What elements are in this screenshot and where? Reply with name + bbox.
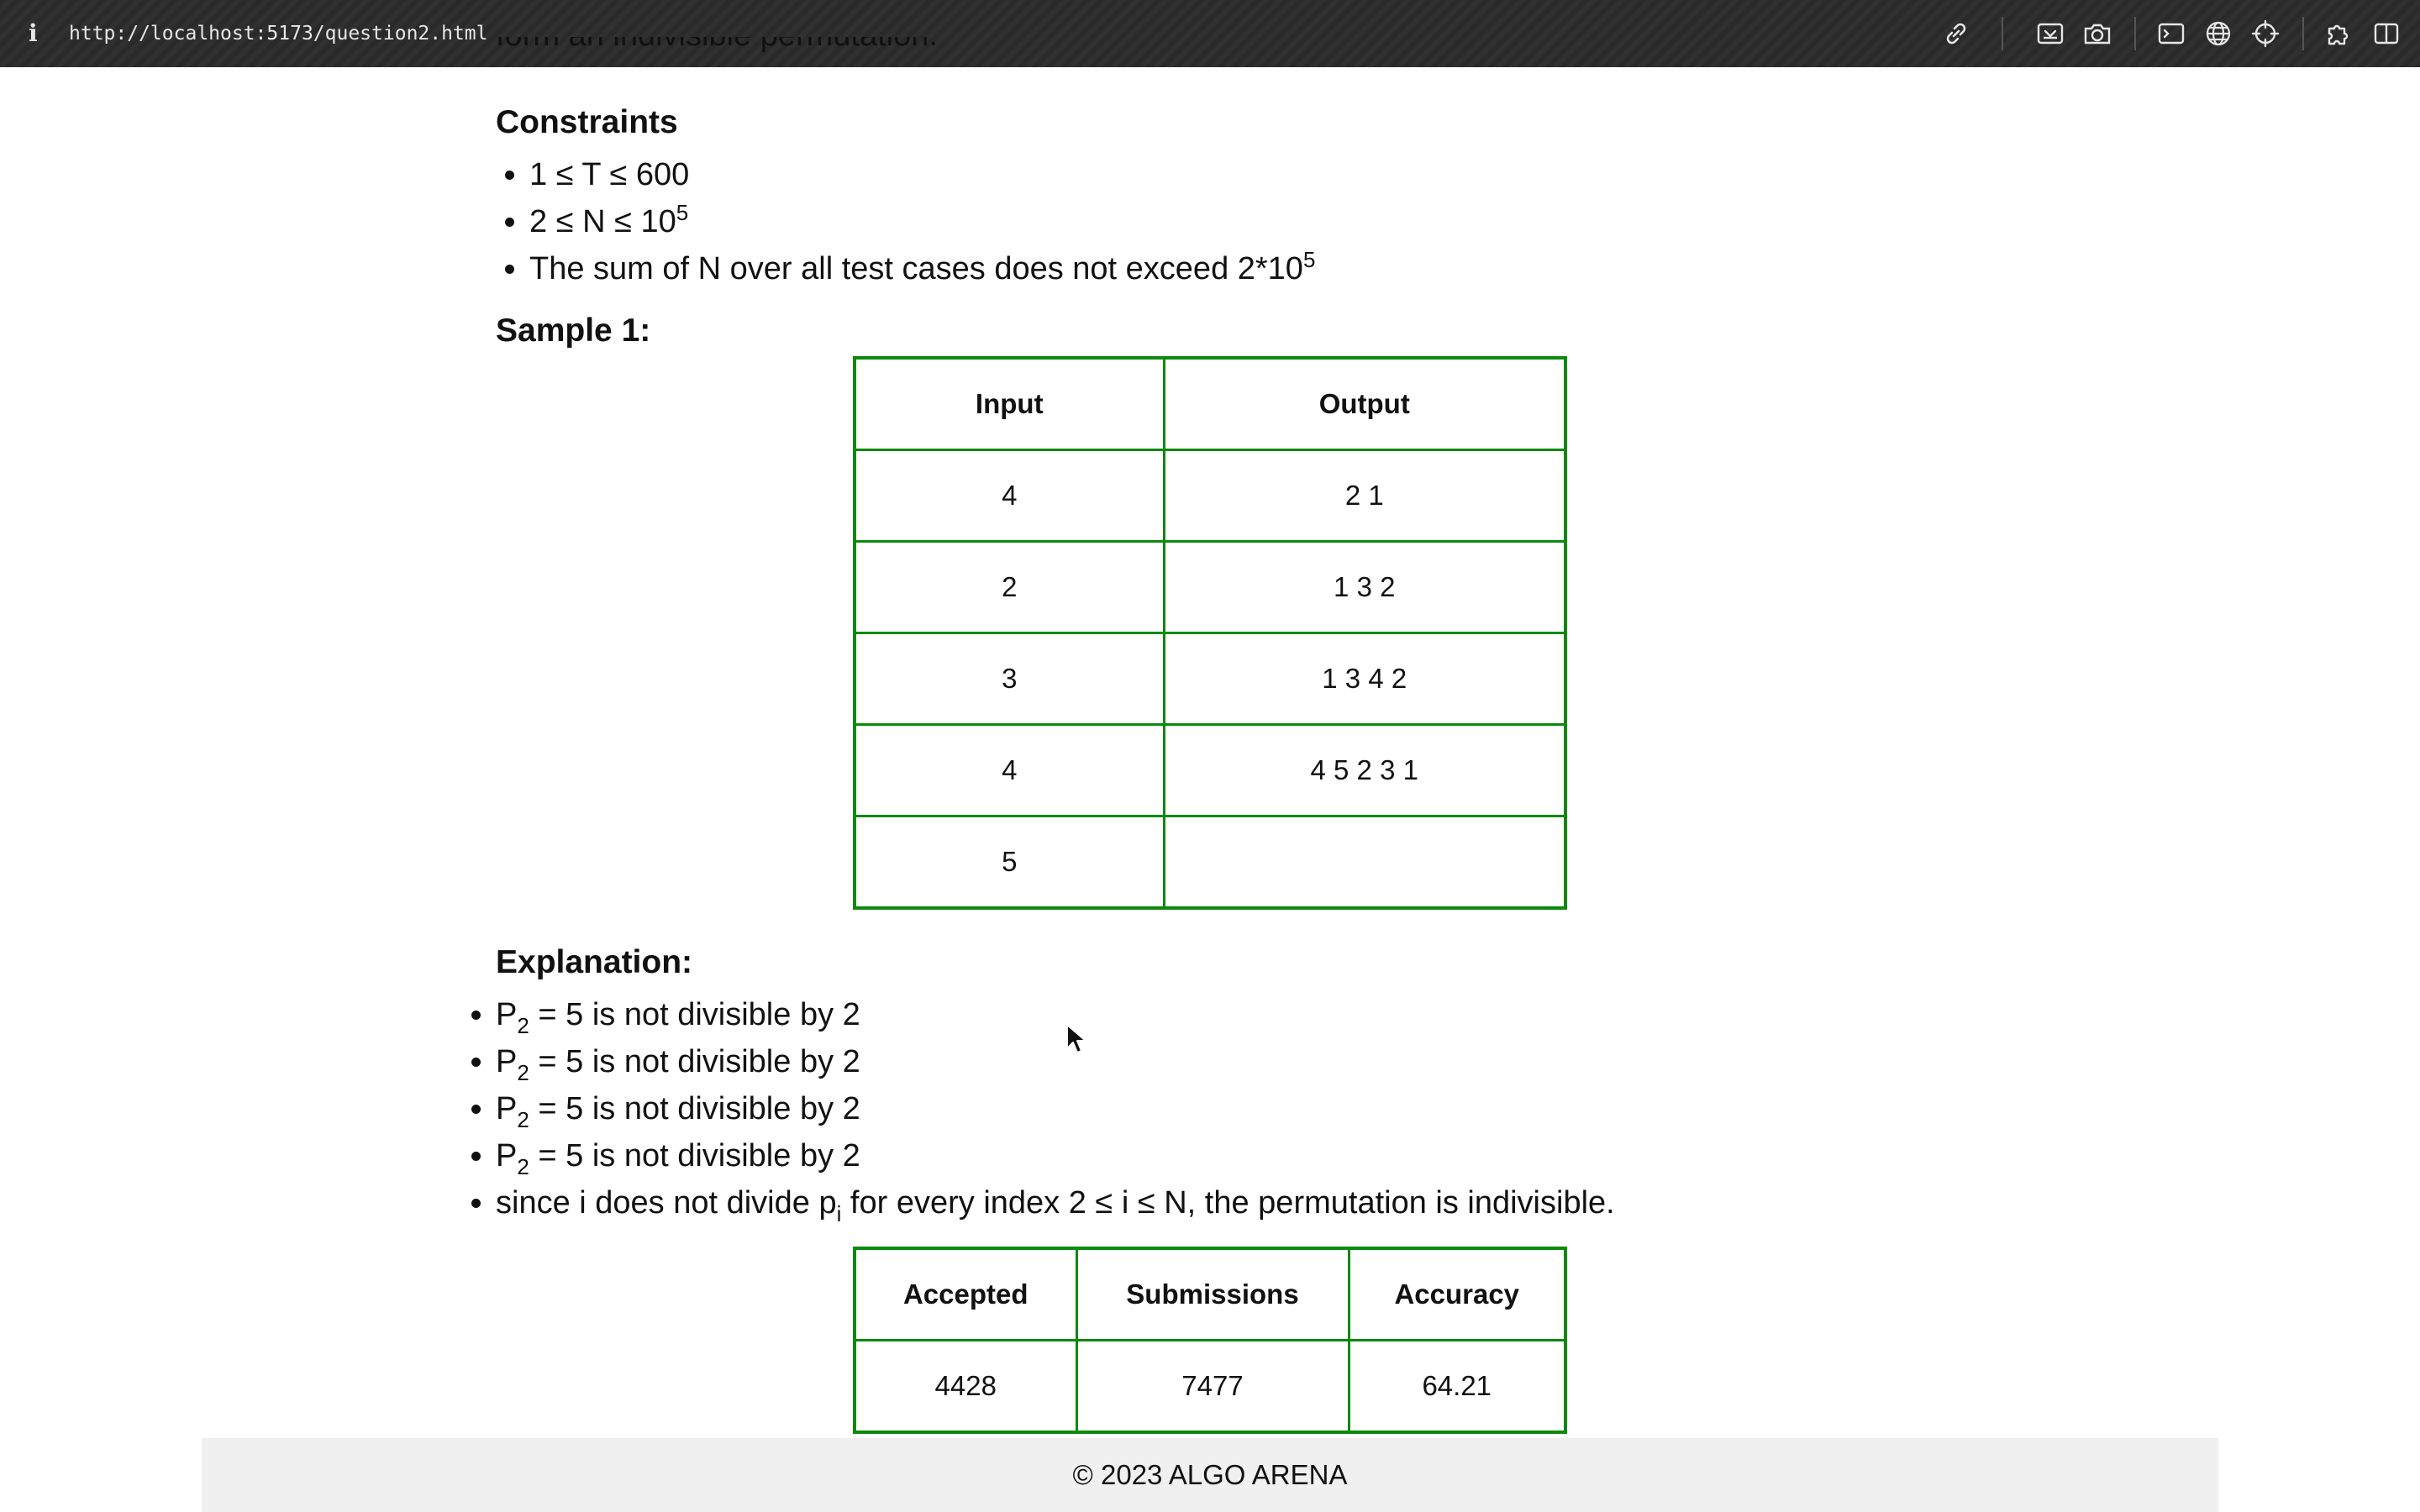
constraints-heading: Constraints — [496, 104, 678, 140]
table-row: 4 2 1 — [853, 449, 1567, 543]
table-header-row: Accepted Submissions Accuracy — [853, 1247, 1567, 1341]
accepted-count: 4428 — [853, 1339, 1078, 1434]
output-cell: 4 5 2 3 1 — [1162, 723, 1567, 817]
stats-table: Accepted Submissions Accuracy 4428 7477 … — [853, 1247, 1567, 1434]
input-cell: 3 — [853, 632, 1165, 726]
address-bar[interactable]: http://localhost:5173/question2.html — [69, 18, 488, 49]
explanation-heading: Explanation: — [496, 944, 693, 980]
table-row: 2 1 3 2 — [853, 540, 1567, 634]
table-row: 4 4 5 2 3 1 — [853, 723, 1567, 817]
column-header-submissions: Submissions — [1075, 1247, 1350, 1341]
input-cell: 5 — [853, 815, 1165, 910]
extensions-icon[interactable] — [2324, 18, 2354, 49]
page-footer: © 2023 ALGO ARENA — [202, 1438, 2218, 1512]
table-row: 3 1 3 4 2 — [853, 632, 1567, 726]
mouse-cursor-icon — [1066, 1024, 1086, 1053]
info-icon[interactable]: i — [29, 18, 45, 49]
explanation-list: P2 = 5 is not divisible by 2 P2 = 5 is n… — [462, 991, 1615, 1226]
sample-heading: Sample 1: — [496, 312, 651, 349]
copyright-text: © 2023 ALGO ARENA — [1072, 1459, 1348, 1490]
description-tail: form an indivisible permutation. — [496, 37, 938, 74]
accuracy-value: 64.21 — [1347, 1339, 1567, 1434]
toolbar-separator — [2002, 17, 2003, 50]
constraints-list: 1 ≤ T ≤ 600 2 ≤ N ≤ 105 The sum of N ove… — [496, 151, 1315, 292]
input-cell: 4 — [853, 449, 1165, 543]
input-cell: 2 — [853, 540, 1165, 634]
submissions-count: 7477 — [1075, 1339, 1350, 1434]
output-cell — [1162, 815, 1567, 910]
constraint-item: 1 ≤ T ≤ 600 — [529, 151, 1315, 198]
column-header-accuracy: Accuracy — [1347, 1247, 1567, 1341]
terminal-icon[interactable] — [2156, 18, 2186, 49]
table-row: 4428 7477 64.21 — [853, 1339, 1567, 1434]
explanation-item: P2 = 5 is not divisible by 2 — [496, 1132, 1615, 1179]
output-cell: 1 3 4 2 — [1162, 632, 1567, 726]
output-cell: 2 1 — [1162, 449, 1567, 543]
toolbar-separator — [2134, 17, 2136, 50]
table-row: 5 — [853, 815, 1567, 910]
link-icon[interactable] — [1941, 18, 1971, 49]
globe-icon[interactable] — [2203, 18, 2233, 49]
input-cell: 4 — [853, 723, 1165, 817]
constraint-item: 2 ≤ N ≤ 105 — [529, 198, 1315, 245]
column-header-output: Output — [1162, 356, 1567, 451]
crosshair-icon[interactable] — [2250, 18, 2281, 49]
camera-icon[interactable] — [2082, 18, 2112, 49]
constraint-item: The sum of N over all test cases does no… — [529, 245, 1315, 292]
table-header-row: Input Output — [853, 356, 1567, 451]
explanation-item: P2 = 5 is not divisible by 2 — [496, 991, 1615, 1038]
column-header-accepted: Accepted — [853, 1247, 1078, 1341]
toolbar-separator — [2302, 17, 2304, 50]
explanation-item: P2 = 5 is not divisible by 2 — [496, 1038, 1615, 1085]
browser-toolbar: i http://localhost:5173/question2.html — [0, 0, 2420, 67]
column-header-input: Input — [853, 356, 1165, 451]
sample-table: Input Output 4 2 1 2 1 3 2 3 1 3 4 2 4 4… — [853, 356, 1567, 910]
explanation-item: since i does not divide pi for every ind… — [496, 1179, 1615, 1226]
explanation-item: P2 = 5 is not divisible by 2 — [496, 1085, 1615, 1132]
output-cell: 1 3 2 — [1162, 540, 1567, 634]
screenshot-area-icon[interactable] — [2035, 18, 2065, 49]
sidebar-icon[interactable] — [2371, 18, 2402, 49]
